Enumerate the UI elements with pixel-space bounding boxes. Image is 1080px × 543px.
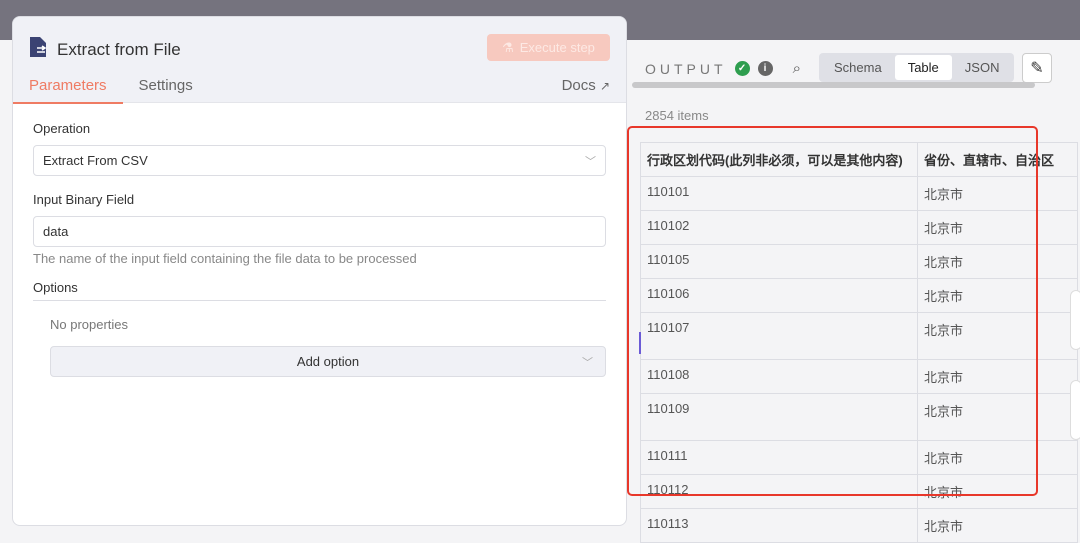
table-row: 110107 北京市 [640, 312, 1078, 360]
file-extract-icon [29, 37, 47, 62]
table-row: 110113 北京市 [640, 508, 1078, 543]
output-table: 行政区划代码(此列非必须，可以是其他内容) 省份、直辖市、自治区 110101 北… [640, 142, 1078, 543]
no-properties-text: No properties [50, 317, 129, 332]
node-title: Extract from File [29, 37, 181, 62]
row-selection-marker [639, 332, 641, 354]
table-row: 110106 北京市 [640, 278, 1078, 313]
table-cell: 110101 [640, 176, 918, 211]
pencil-icon: ✎ [1030, 60, 1044, 77]
table-cell: 北京市 [917, 359, 1078, 394]
table-cell: 110107 [640, 312, 918, 360]
output-label: OUTPUT [645, 60, 727, 77]
table-cell: 110108 [640, 359, 918, 394]
table-cell: 北京市 [917, 508, 1078, 543]
table-row: 110108 北京市 [640, 359, 1078, 394]
tab-settings[interactable]: Settings [123, 75, 209, 104]
flask-icon: ⚗ [502, 39, 514, 55]
options-heading: Options [33, 280, 606, 301]
column-header: 省份、直辖市、自治区 [917, 142, 1078, 177]
operation-label: Operation [33, 121, 91, 136]
add-option-button[interactable]: Add option ﹀ [50, 346, 606, 377]
table-cell: 北京市 [917, 176, 1078, 211]
table-cell: 北京市 [917, 474, 1078, 509]
binary-field-input[interactable]: data [33, 216, 606, 247]
execute-step-button[interactable]: ⚗ Execute step [487, 34, 610, 61]
table-cell: 北京市 [917, 440, 1078, 475]
side-handle[interactable] [1070, 290, 1080, 350]
table-cell: 110113 [640, 508, 918, 543]
chevron-down-icon: ﹀ [582, 356, 593, 369]
operation-select[interactable]: Extract From CSV ﹀ [33, 145, 606, 176]
view-json[interactable]: JSON [952, 55, 1013, 80]
view-table[interactable]: Table [894, 55, 952, 80]
chevron-down-icon: ﹀ [585, 155, 596, 168]
table-cell: 110106 [640, 278, 918, 313]
table-cell: 110105 [640, 244, 918, 279]
external-link-icon: ↗ [599, 79, 610, 93]
item-count: 2854 items [645, 108, 709, 123]
execute-label: Execute step [519, 40, 595, 55]
table-cell: 110109 [640, 393, 918, 441]
tab-parameters[interactable]: Parameters [13, 75, 123, 104]
binary-field-label: Input Binary Field [33, 192, 135, 207]
output-view-switcher: Schema Table JSON [819, 53, 1015, 82]
horizontal-scrollbar[interactable] [632, 82, 1035, 88]
success-check-icon: ✓ [734, 61, 750, 76]
table-row: 110112 北京市 [640, 474, 1078, 509]
node-parameters-panel: Extract from File ⚗ Execute step Paramete… [12, 16, 627, 526]
edit-output-button[interactable]: ✎ [1022, 53, 1052, 83]
output-header: OUTPUT ✓ i ⌕ [645, 60, 801, 77]
table-cell: 110102 [640, 210, 918, 245]
table-cell: 北京市 [917, 312, 1078, 360]
operation-value: Extract From CSV [43, 153, 148, 168]
panel-header: Extract from File ⚗ Execute step Paramete… [13, 17, 626, 104]
docs-label: Docs [561, 77, 596, 94]
add-option-label: Add option [296, 354, 360, 369]
column-header: 行政区划代码(此列非必须，可以是其他内容) [640, 142, 918, 177]
docs-link[interactable]: Docs ↗ [562, 77, 610, 94]
view-schema[interactable]: Schema [821, 55, 895, 80]
table-row: 110102 北京市 [640, 210, 1078, 245]
table-cell: 110112 [640, 474, 918, 509]
table-cell: 110111 [640, 440, 918, 475]
binary-field-value: data [43, 224, 69, 239]
side-handle[interactable] [1070, 380, 1080, 440]
table-cell: 北京市 [917, 210, 1078, 245]
search-icon[interactable]: ⌕ [793, 60, 801, 77]
table-row: 110109 北京市 [640, 393, 1078, 441]
table-cell: 北京市 [917, 278, 1078, 313]
info-icon[interactable]: i [757, 61, 773, 76]
table-row: 110105 北京市 [640, 244, 1078, 279]
binary-field-hint: The name of the input field containing t… [33, 251, 417, 266]
node-title-text: Extract from File [57, 39, 181, 59]
table-cell: 北京市 [917, 393, 1078, 441]
table-row: 110111 北京市 [640, 440, 1078, 475]
table-row: 110101 北京市 [640, 176, 1078, 211]
table-cell: 北京市 [917, 244, 1078, 279]
